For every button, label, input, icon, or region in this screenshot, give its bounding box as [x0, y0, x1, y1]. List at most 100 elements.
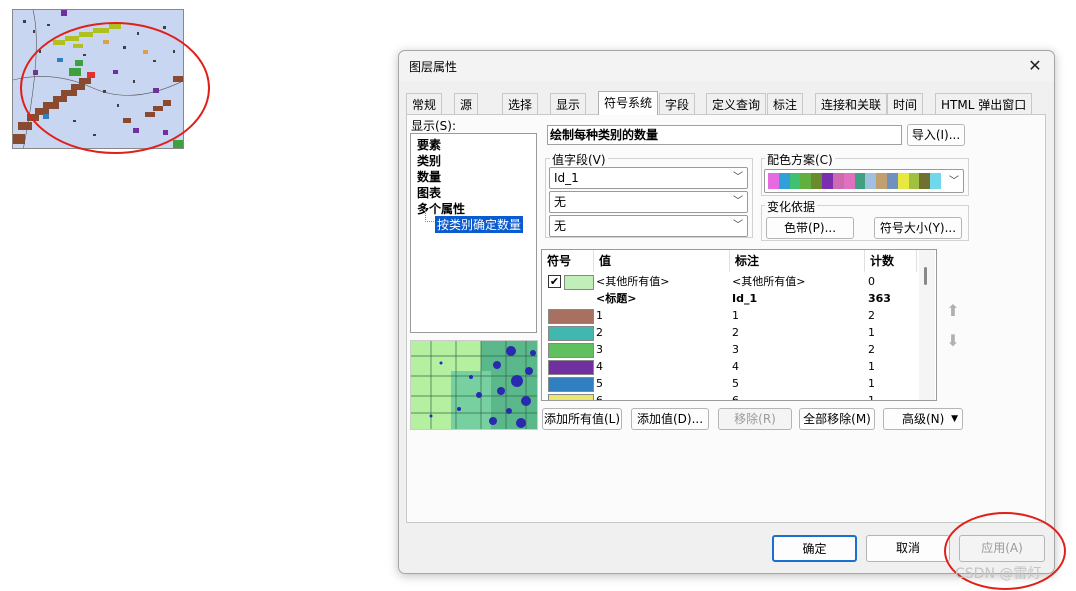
- tree-item-charts[interactable]: 图表: [417, 184, 441, 201]
- color-swatch: [789, 173, 801, 189]
- row-checkbox[interactable]: ✔: [548, 275, 561, 288]
- color-swatch: [897, 173, 909, 189]
- cell-count: 2: [868, 309, 875, 322]
- cell-count: 1: [868, 394, 875, 401]
- symbol-swatch[interactable]: [548, 343, 594, 358]
- color-swatch: [854, 173, 866, 189]
- remove-all-button[interactable]: 全部移除(M): [799, 408, 875, 430]
- cell-value: 1: [596, 309, 603, 322]
- ok-button[interactable]: 确定: [772, 535, 857, 562]
- symbol-swatch[interactable]: [564, 275, 594, 290]
- cell-value: <标题>: [596, 292, 637, 305]
- table-row[interactable]: 2 2 1: [542, 325, 920, 342]
- cancel-button[interactable]: 取消: [866, 535, 950, 562]
- add-all-values-button[interactable]: 添加所有值(L): [542, 408, 622, 430]
- close-icon[interactable]: ✕: [1024, 55, 1046, 77]
- symbol-swatch[interactable]: [548, 309, 594, 324]
- column-header-label[interactable]: 标注: [730, 250, 865, 272]
- table-row[interactable]: 3 3 2: [542, 342, 920, 359]
- symbology-heading: 绘制每种类别的数量: [547, 125, 902, 145]
- cell-label: 4: [732, 360, 739, 373]
- table-row[interactable]: <标题> Id_1 363: [542, 291, 920, 308]
- color-swatch: [886, 173, 898, 189]
- symbol-swatch[interactable]: [548, 360, 594, 375]
- cell-value: 5: [596, 377, 603, 390]
- tab-fields[interactable]: 字段: [659, 93, 696, 115]
- tree-item-features[interactable]: 要素: [417, 136, 441, 153]
- cell-label: 5: [732, 377, 739, 390]
- add-values-button[interactable]: 添加值(D)...: [631, 408, 709, 430]
- tab-definition-query[interactable]: 定义查询: [706, 93, 767, 115]
- color-scheme-select[interactable]: ﹀: [764, 169, 964, 193]
- preview-map-graphic: [411, 341, 537, 429]
- cell-label: 6: [732, 394, 739, 401]
- tab-labels[interactable]: 标注: [767, 93, 804, 115]
- color-swatch: [865, 173, 877, 189]
- cell-label: <其他所有值>: [732, 275, 806, 288]
- tab-html-popup[interactable]: HTML 弹出窗口: [935, 93, 1033, 115]
- tab-general[interactable]: 常规: [406, 93, 443, 115]
- cell-value: 3: [596, 343, 603, 356]
- tab-display[interactable]: 显示: [550, 93, 587, 115]
- value-field-2-value: 无: [554, 195, 567, 209]
- tab-bar: 常规 源 选择 显示 符号系统 字段 定义查询 标注 连接和关联 时间 HTML…: [406, 91, 1046, 115]
- tree-item-quantity-by-category[interactable]: 按类别确定数量: [435, 216, 524, 233]
- table-row[interactable]: 1 1 2: [542, 308, 920, 325]
- color-swatch: [768, 173, 779, 189]
- symbol-swatch[interactable]: [548, 377, 594, 392]
- value-field-1-select[interactable]: Id_1 ﹀: [549, 167, 748, 189]
- chevron-down-icon: ﹀: [733, 196, 743, 207]
- symbol-swatch[interactable]: [548, 326, 594, 341]
- scrollbar-thumb[interactable]: [924, 267, 927, 285]
- color-swatch: [832, 173, 844, 189]
- tree-item-categories[interactable]: 类别: [417, 152, 441, 169]
- chevron-down-icon: ﹀: [949, 176, 959, 187]
- value-field-3-select[interactable]: 无 ﹀: [549, 215, 748, 237]
- table-row[interactable]: 6 6 1: [542, 393, 920, 401]
- value-fields-label: 值字段(V): [550, 151, 608, 168]
- table-row[interactable]: 5 5 1: [542, 376, 920, 393]
- symbology-preview-image: [410, 340, 538, 430]
- tab-time[interactable]: 时间: [887, 93, 924, 115]
- layer-properties-dialog: 图层属性 ✕ 常规 源 选择 显示 符号系统 字段 定义查询 标注 连接和关联 …: [398, 50, 1055, 574]
- column-header-count[interactable]: 计数: [865, 250, 917, 272]
- tab-symbology[interactable]: 符号系统: [598, 91, 659, 115]
- symbol-swatch[interactable]: [548, 394, 594, 400]
- import-button[interactable]: 导入(I)...: [907, 124, 965, 146]
- color-swatch: [919, 173, 931, 189]
- advanced-label: 高级(N): [902, 412, 945, 426]
- tree-item-quantities[interactable]: 数量: [417, 168, 441, 185]
- value-field-3-value: 无: [554, 219, 567, 233]
- value-field-2-select[interactable]: 无 ﹀: [549, 191, 748, 213]
- move-up-arrow-icon[interactable]: ⬆: [943, 301, 963, 321]
- tab-joins-relates[interactable]: 连接和关联: [815, 93, 888, 115]
- watermark: CSDN @雷灯: [955, 566, 1042, 582]
- cell-count: 1: [868, 326, 875, 339]
- show-label: 显示(S):: [411, 119, 457, 133]
- column-header-symbol[interactable]: 符号: [542, 250, 594, 272]
- color-swatch: [876, 173, 887, 189]
- table-row[interactable]: 4 4 1: [542, 359, 920, 376]
- symbol-size-button[interactable]: 符号大小(Y)...: [874, 217, 962, 239]
- move-down-arrow-icon[interactable]: ⬇: [943, 331, 963, 351]
- color-swatch: [822, 173, 833, 189]
- cell-label: 3: [732, 343, 739, 356]
- table-scrollbar[interactable]: [919, 250, 935, 400]
- tab-source[interactable]: 源: [454, 93, 479, 115]
- title-bar: 图层属性 ✕: [399, 51, 1054, 81]
- dialog-title: 图层属性: [409, 60, 458, 74]
- remove-button[interactable]: 移除(R): [718, 408, 792, 430]
- show-tree: 要素 类别 数量 图表 多个属性 按类别确定数量: [410, 133, 537, 333]
- color-swatch: [800, 173, 812, 189]
- cell-label: Id_1: [732, 292, 758, 305]
- tab-selection[interactable]: 选择: [502, 93, 539, 115]
- color-swatch: [908, 173, 920, 189]
- table-row[interactable]: ✔ <其他所有值> <其他所有值> 0: [542, 274, 920, 291]
- color-swatch: [778, 173, 790, 189]
- chevron-down-icon: ﹀: [733, 220, 743, 231]
- cell-count: 1: [868, 377, 875, 390]
- advanced-button[interactable]: 高级(N) ▼: [883, 408, 963, 430]
- color-ramp-button[interactable]: 色带(P)...: [766, 217, 854, 239]
- category-table: 符号 值 标注 计数 ✔ <其他所有值> <其他所有值> 0 <标题> Id_1 363 1 1…: [541, 249, 937, 401]
- column-header-value[interactable]: 值: [594, 250, 730, 272]
